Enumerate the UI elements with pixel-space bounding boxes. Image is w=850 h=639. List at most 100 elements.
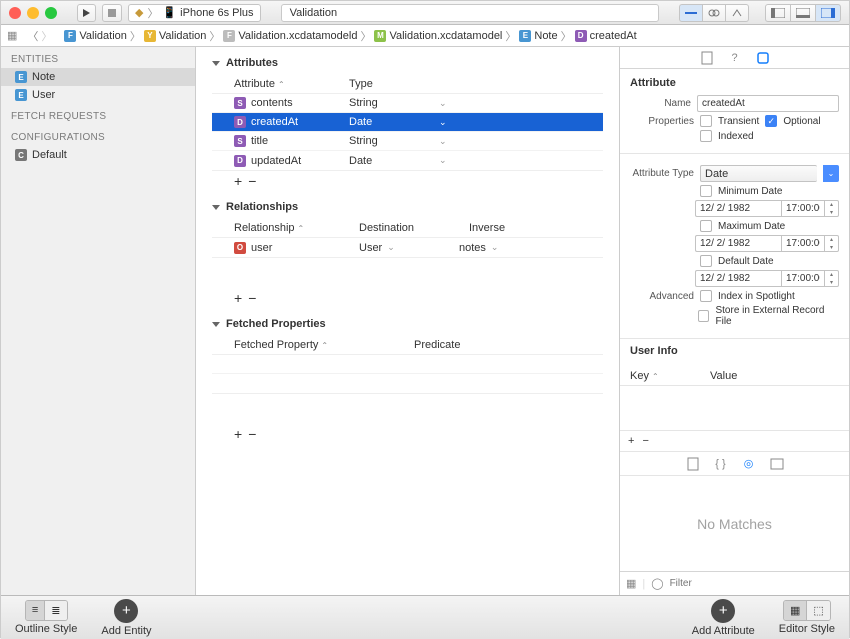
run-button[interactable]: [77, 4, 96, 22]
default-date-field[interactable]: ▴▾: [695, 270, 839, 287]
forward-button[interactable]: 〉: [41, 28, 52, 44]
plus-icon[interactable]: +: [234, 175, 242, 187]
minus-icon[interactable]: −: [248, 175, 256, 187]
table-row[interactable]: [212, 374, 603, 393]
attribute-row[interactable]: ScontentsString⌄: [212, 94, 603, 113]
version-editor-icon[interactable]: [725, 4, 749, 22]
entity-item[interactable]: ENote: [1, 68, 195, 86]
attribute-row[interactable]: DupdatedAtDate⌄: [212, 151, 603, 170]
add-entity-button[interactable]: + Add Entity: [101, 599, 151, 637]
name-field[interactable]: [697, 95, 839, 112]
crumb-icon: F: [64, 30, 76, 42]
dropdown-icon[interactable]: ⌄: [439, 98, 447, 109]
left-panel-icon[interactable]: [765, 4, 790, 22]
device-icon: 📱: [162, 6, 176, 19]
breadcrumb[interactable]: YValidation: [144, 30, 207, 42]
breadcrumb[interactable]: ENote: [519, 30, 557, 42]
relationship-row[interactable]: OuserUser ⌄notes ⌄: [212, 238, 603, 257]
minus-icon[interactable]: −: [642, 435, 648, 447]
close-window-icon[interactable]: [9, 7, 21, 19]
indexed-checkbox[interactable]: [700, 130, 712, 142]
filter-input[interactable]: [670, 576, 843, 592]
crumb-icon: M: [374, 30, 386, 42]
right-panel-icon[interactable]: [815, 4, 841, 22]
grid-view-icon[interactable]: ▦: [626, 577, 636, 590]
min-date-checkbox[interactable]: [700, 185, 712, 197]
panel-toggle-segment[interactable]: [765, 4, 841, 22]
config-item[interactable]: CDefault: [1, 146, 195, 164]
code-snippet-icon[interactable]: { }: [714, 457, 728, 471]
attributes-section-header[interactable]: Attributes: [212, 57, 603, 69]
navigator-panel: ENTITIES ENoteEUser FETCH REQUESTS CONFI…: [1, 47, 196, 595]
external-record-checkbox[interactable]: [698, 310, 710, 322]
related-items-icon[interactable]: ▦: [7, 29, 17, 42]
default-date-checkbox[interactable]: [700, 255, 712, 267]
table-style-icon: ▦: [784, 601, 807, 620]
data-model-inspector-icon[interactable]: [756, 51, 770, 65]
editor-mode-segment[interactable]: [679, 4, 749, 22]
add-attribute-button[interactable]: + Add Attribute: [692, 599, 755, 637]
relationships-add-remove[interactable]: +−: [212, 288, 603, 304]
dropdown-icon[interactable]: ⌄: [439, 155, 447, 166]
breadcrumb[interactable]: FValidation.xcdatamodeld: [223, 30, 357, 42]
breadcrumb[interactable]: DcreatedAt: [575, 30, 637, 42]
breadcrumb[interactable]: FValidation: [64, 30, 127, 42]
media-library-icon[interactable]: [770, 457, 784, 471]
plus-icon[interactable]: +: [234, 292, 242, 304]
inspector-tabs[interactable]: ?: [620, 47, 849, 69]
help-inspector-icon[interactable]: ?: [728, 51, 742, 65]
stop-button[interactable]: [102, 4, 122, 22]
back-button[interactable]: 〈: [27, 28, 38, 44]
attribute-row[interactable]: StitleString⌄: [212, 132, 603, 151]
assistant-editor-icon[interactable]: [702, 4, 725, 22]
file-template-icon[interactable]: [686, 457, 700, 471]
activity-viewer: Validation: [281, 4, 659, 22]
graph-style-icon: ⬚: [807, 601, 829, 620]
user-info-header[interactable]: Key ⌃Value: [620, 367, 849, 386]
dropdown-icon[interactable]: ⌄: [439, 117, 447, 128]
fetched-properties-section-header[interactable]: Fetched Properties: [212, 318, 603, 330]
breadcrumb[interactable]: MValidation.xcdatamodel: [374, 30, 502, 42]
library-tabs[interactable]: { } ◎: [620, 452, 849, 476]
stop-icon: [108, 9, 116, 17]
bottom-panel-icon[interactable]: [790, 4, 815, 22]
attribute-row[interactable]: DcreatedAtDate⌄: [212, 113, 603, 132]
zoom-window-icon[interactable]: [45, 7, 57, 19]
spotlight-checkbox[interactable]: [700, 290, 712, 302]
minimize-window-icon[interactable]: [27, 7, 39, 19]
attribute-type-select[interactable]: Date: [700, 165, 817, 182]
standard-editor-icon[interactable]: [679, 4, 702, 22]
file-inspector-icon[interactable]: [700, 51, 714, 65]
editor-style-button[interactable]: ▦⬚ Editor Style: [779, 600, 835, 635]
user-info-body[interactable]: [620, 386, 849, 430]
outline-style-button[interactable]: ≡≣ Outline Style: [15, 600, 77, 635]
minus-icon[interactable]: −: [248, 428, 256, 440]
relationships-section-header[interactable]: Relationships: [212, 201, 603, 213]
dropdown-icon[interactable]: ⌄: [439, 136, 447, 147]
jump-bar[interactable]: ▦ 〈 〉 FValidation〉YValidation〉FValidatio…: [1, 25, 849, 47]
scheme-selector[interactable]: ◆ 〉 📱 iPhone 6s Plus: [128, 4, 261, 22]
max-date-field[interactable]: ▴▾: [695, 235, 839, 252]
plus-icon[interactable]: +: [234, 428, 242, 440]
titlebar: ◆ 〉 📱 iPhone 6s Plus Validation: [1, 1, 849, 25]
type-icon: S: [234, 97, 246, 109]
max-date-checkbox[interactable]: [700, 220, 712, 232]
entity-item[interactable]: EUser: [1, 86, 195, 104]
optional-checkbox[interactable]: ✓: [765, 115, 777, 127]
table-row[interactable]: [212, 355, 603, 374]
user-info-add-remove[interactable]: +−: [620, 431, 849, 452]
plus-icon[interactable]: +: [628, 435, 634, 447]
attribute-section-title: Attribute: [630, 77, 839, 89]
disclosure-icon: [212, 61, 220, 66]
configurations-header: CONFIGURATIONS: [1, 125, 195, 146]
min-date-field[interactable]: ▴▾: [695, 200, 839, 217]
minus-icon[interactable]: −: [248, 292, 256, 304]
user-info-title: User Info: [620, 339, 849, 361]
editor-area: Attributes Attribute ⌃Type ScontentsStri…: [196, 47, 619, 595]
transient-checkbox[interactable]: [700, 115, 712, 127]
object-library-icon[interactable]: ◎: [742, 457, 756, 471]
fetchedprops-add-remove[interactable]: +−: [212, 424, 603, 440]
fetch-requests-header: FETCH REQUESTS: [1, 104, 195, 125]
attributes-add-remove[interactable]: +−: [212, 171, 603, 187]
entity-icon: E: [15, 89, 27, 101]
